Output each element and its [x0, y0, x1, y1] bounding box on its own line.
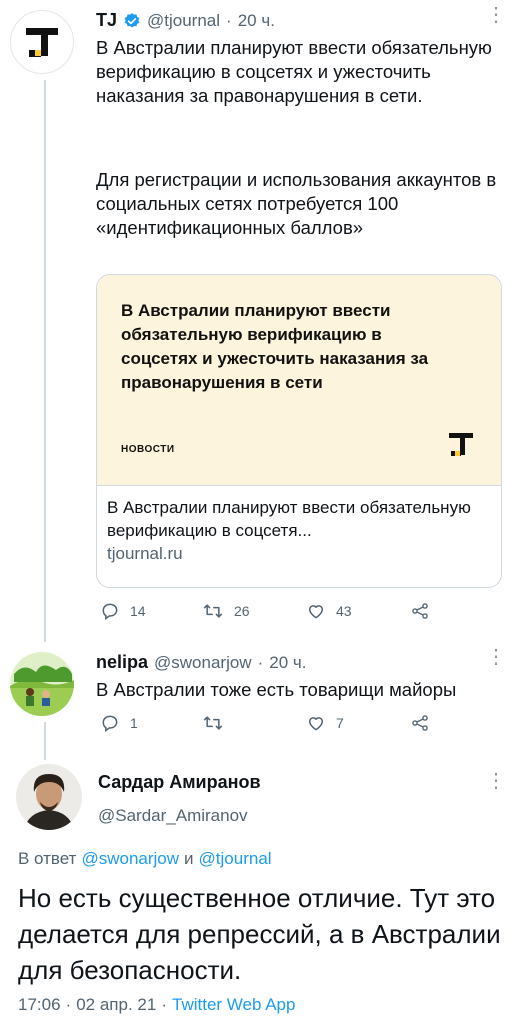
timestamp[interactable]: 20 ч.	[238, 11, 275, 31]
tweet-date[interactable]: 02 апр. 21	[76, 995, 156, 1015]
card-image-title: В Австралии планируют ввести обязательну…	[121, 301, 429, 392]
reply-button[interactable]: 14	[100, 601, 146, 621]
thread-line	[44, 80, 46, 642]
tj-logo-icon	[26, 28, 58, 57]
tweet-time[interactable]: 17:06	[18, 995, 61, 1015]
reply-and: и	[184, 849, 194, 868]
reply-mention[interactable]: @tjournal	[199, 849, 272, 869]
retweet-icon	[203, 716, 223, 730]
tweet-text: Для регистрации и использования аккаунто…	[96, 169, 497, 238]
author-handle[interactable]: @Sardar_Amiranov	[98, 806, 248, 826]
like-button[interactable]: 7	[306, 713, 344, 733]
thread-line	[44, 722, 46, 760]
tj-logo-icon	[449, 433, 473, 456]
author-name[interactable]: Сардар Амиранов	[98, 772, 261, 793]
share-button[interactable]	[410, 601, 430, 621]
card-domain[interactable]: tjournal.ru	[107, 542, 491, 565]
verified-icon	[124, 12, 140, 28]
reply-mention[interactable]: @swonarjow	[81, 849, 179, 869]
author-handle[interactable]: @swonarjow	[154, 653, 252, 673]
reply-count: 14	[130, 603, 146, 619]
separator: ·	[257, 652, 264, 672]
tweet-text: Но есть существенное отличие. Тут это де…	[18, 883, 501, 985]
avatar[interactable]	[10, 10, 74, 74]
tweet-meta: 17:06 · 02 апр. 21 · Twitter Web App	[18, 995, 296, 1015]
reply-prefix: В ответ	[18, 849, 77, 868]
avatar-image	[16, 764, 82, 830]
reply-context: В ответ @swonarjow и @tjournal	[18, 849, 272, 869]
author-handle[interactable]: @tjournal	[147, 11, 220, 31]
card-image[interactable]: В Австралии планируют ввести обязательну…	[97, 275, 501, 486]
tweet-text: В Австралии планируют ввести обязательну…	[96, 37, 492, 106]
retweet-count: 26	[234, 603, 250, 619]
retweet-button[interactable]	[202, 713, 234, 733]
timestamp[interactable]: 20 ч.	[269, 653, 306, 673]
heart-icon	[309, 717, 323, 731]
reply-icon	[102, 715, 118, 732]
like-count: 7	[336, 715, 344, 731]
card-title: В Австралии планируют ввести обязательну…	[107, 498, 471, 540]
separator: ·	[226, 10, 232, 30]
heart-icon	[309, 605, 323, 619]
avatar[interactable]	[10, 652, 74, 716]
reply-button[interactable]: 1	[100, 713, 138, 733]
link-card[interactable]: В Австралии планируют ввести обязательну…	[96, 274, 502, 588]
card-image-tag: НОВОСТИ	[121, 444, 175, 455]
author-name[interactable]: TJ	[96, 10, 117, 31]
share-icon	[412, 715, 428, 731]
avatar[interactable]	[16, 764, 82, 830]
like-count: 43	[336, 603, 352, 619]
avatar-image	[10, 652, 74, 716]
more-options-icon[interactable]: ⋮	[486, 771, 506, 791]
like-button[interactable]: 43	[306, 601, 352, 621]
more-options-icon[interactable]: ⋮	[486, 5, 506, 25]
reply-icon	[102, 603, 118, 620]
reply-count: 1	[130, 715, 138, 731]
retweet-icon	[203, 604, 223, 618]
retweet-button[interactable]: 26	[202, 601, 250, 621]
author-name[interactable]: nelipa	[96, 652, 148, 673]
share-icon	[412, 603, 428, 619]
more-options-icon[interactable]: ⋮	[486, 647, 506, 667]
tweet-text: В Австралии тоже есть товарищи майоры	[96, 679, 457, 700]
tweet-source[interactable]: Twitter Web App	[172, 995, 295, 1015]
share-button[interactable]	[410, 713, 430, 733]
